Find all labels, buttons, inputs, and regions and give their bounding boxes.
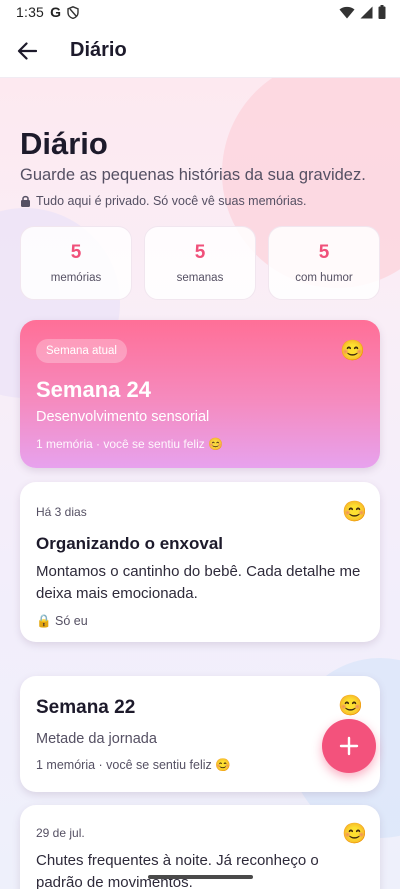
current-week-card[interactable]: Semana atual 😊 Semana 24 Desenvolvimento… [20,320,380,468]
status-bar: 1:35 G [0,0,400,24]
stat-label: memórias [50,272,102,284]
diary-content[interactable]: Diário Guarde as pequenas histórias da s… [0,78,400,889]
stat-mood: 5 com humor [268,226,380,300]
page-title: Diário [20,126,108,161]
memory-body: Chutes frequentes à noite. Já reconheço … [36,852,319,889]
stat-label: com humor [295,272,353,284]
signal-icon [360,6,373,18]
week-meta: 1 memória · você se sentiu feliz 😊 [36,437,224,451]
memory-date: 29 de jul. [36,826,85,840]
shield-icon [67,5,79,19]
privacy-note: Tudo aqui é privado. Só você vê suas mem… [20,194,307,208]
mood-emoji-icon: 😊 [342,501,367,523]
battery-icon [378,5,386,19]
status-time: 1:35 [16,4,45,20]
plus-icon [339,736,359,756]
app-bar: Diário [0,24,400,78]
stat-value: 5 [70,242,82,263]
arrow-left-icon [17,41,37,60]
week-meta: 1 memória · você se sentiu feliz 😊 [36,758,231,772]
week-subtitle: Desenvolvimento sensorial [36,409,210,425]
stat-label: semanas [176,272,224,284]
mood-emoji-icon: 😊 [340,340,365,362]
stat-weeks: 5 semanas [144,226,256,300]
mood-emoji-icon: 😊 [342,823,367,845]
app-bar-title: Diário [70,39,127,61]
home-indicator[interactable] [148,875,253,879]
memory-body: Montamos o cantinho do bebê. Cada detalh… [36,563,361,602]
status-icons [339,5,386,19]
lock-icon [21,195,30,207]
back-button[interactable] [0,24,54,78]
memory-date: Há 3 dias [36,505,87,519]
google-icon: G [50,4,61,20]
page-subtitle: Guarde as pequenas histórias da sua grav… [20,166,366,184]
privacy-text: Tudo aqui é privado. Só você vê suas mem… [36,194,307,208]
stat-value: 5 [194,242,206,263]
stats-row: 5 memórias 5 semanas 5 com humor [20,226,380,300]
week-title: Semana 22 [36,697,136,718]
memory-privacy: 🔒 Só eu [36,614,88,628]
add-memory-button[interactable] [322,719,376,773]
stat-memories: 5 memórias [20,226,132,300]
mood-emoji-icon: 😊 [338,695,363,717]
week-subtitle: Metade da jornada [36,731,157,747]
memory-title: Organizando o enxoval [36,534,224,553]
wifi-icon [339,6,355,18]
memory-card[interactable]: Há 3 dias 😊 Organizando o enxoval Montam… [20,482,380,642]
week-title: Semana 24 [36,377,151,402]
stat-value: 5 [318,242,330,263]
current-week-badge: Semana atual [36,339,127,363]
